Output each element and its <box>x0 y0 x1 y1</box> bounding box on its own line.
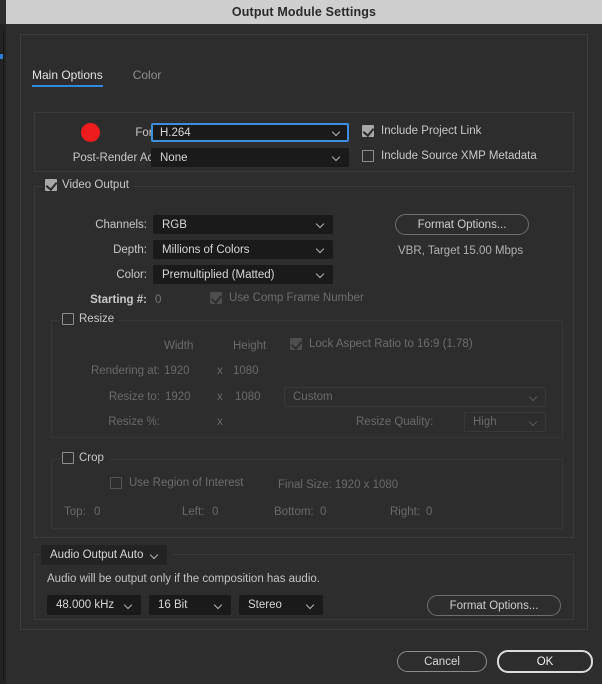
tab-color[interactable]: Color <box>133 68 162 87</box>
use-region-of-interest-checkbox-row: Use Region of Interest <box>110 477 243 489</box>
video-output-group: Video Output Channels: RGB Depth: Millio… <box>34 179 574 538</box>
depth-label: Depth: <box>113 244 147 256</box>
chevron-down-icon <box>530 418 539 427</box>
chevron-down-icon <box>333 153 342 162</box>
include-project-link-label: Include Project Link <box>381 125 482 137</box>
video-format-options-button[interactable]: Format Options... <box>395 214 529 235</box>
video-output-legend[interactable]: Video Output <box>43 179 134 191</box>
checkbox-icon[interactable] <box>362 125 374 137</box>
include-source-xmp-metadata-label: Include Source XMP Metadata <box>381 150 537 162</box>
background-selection-sliver <box>0 54 3 59</box>
audio-channels-select[interactable]: Stereo <box>239 595 323 615</box>
checkbox-icon[interactable] <box>362 150 374 162</box>
dialog-body: Main Options Color Format: H.264 Post-Re… <box>6 24 602 684</box>
checkbox-icon <box>210 292 222 304</box>
depth-select[interactable]: Millions of Colors <box>153 240 333 259</box>
chevron-down-icon <box>317 220 326 229</box>
video-output-label: Video Output <box>62 179 129 191</box>
resize-quality-select: High <box>464 412 546 432</box>
lock-aspect-ratio-checkbox-row: Lock Aspect Ratio to 16:9 (1.78) <box>290 338 473 350</box>
bitrate-info: VBR, Target 15.00 Mbps <box>398 245 524 257</box>
resize-height-header: Height <box>233 340 267 352</box>
crop-top-value[interactable]: 0 <box>94 506 100 518</box>
chevron-down-icon <box>125 601 134 610</box>
chevron-down-icon <box>215 601 224 610</box>
resize-legend[interactable]: Resize <box>60 313 120 325</box>
crop-bottom-label: Bottom: <box>274 506 314 518</box>
checkbox-icon[interactable] <box>45 179 57 191</box>
crop-left-label: Left: <box>182 506 205 518</box>
chevron-down-icon <box>307 601 316 610</box>
tab-main-options[interactable]: Main Options <box>32 68 103 87</box>
dialog-titlebar: Output Module Settings <box>6 0 602 24</box>
format-group: Format: H.264 Post-Render Action: None I… <box>34 112 574 172</box>
crop-group: Crop Use Region of Interest Final Size: … <box>51 452 563 529</box>
rendering-at-label: Rendering at: <box>90 365 160 377</box>
background-gutter-divider <box>3 30 4 680</box>
crop-right-label: Right: <box>390 506 421 518</box>
crop-legend[interactable]: Crop <box>60 452 109 464</box>
color-label: Color: <box>116 269 147 281</box>
include-project-link-checkbox-row[interactable]: Include Project Link <box>362 125 481 137</box>
resize-to-width[interactable]: 1920 <box>165 391 191 403</box>
channels-select[interactable]: RGB <box>153 215 333 234</box>
checkbox-icon[interactable] <box>62 452 74 464</box>
audio-output-legend: Audio Output Auto <box>41 545 173 565</box>
audio-note: Audio will be output only if the composi… <box>47 573 320 585</box>
crop-top-label: Top: <box>64 506 86 518</box>
crop-left-value[interactable]: 0 <box>212 506 218 518</box>
resize-to-x: x <box>217 391 223 403</box>
chevron-down-icon <box>151 551 160 560</box>
audio-output-group: Audio Output Auto Audio will be output o… <box>34 545 574 620</box>
audio-bit-depth-select[interactable]: 16 Bit <box>149 595 231 615</box>
dialog-title: Output Module Settings <box>231 5 377 19</box>
starting-number-value[interactable]: 0 <box>155 294 161 306</box>
checkbox-icon[interactable] <box>62 313 74 325</box>
resize-width-header: Width <box>164 340 194 352</box>
lock-aspect-ratio-label: Lock Aspect Ratio to 16:9 (1.78) <box>309 338 473 350</box>
ok-button[interactable]: OK <box>497 650 593 673</box>
use-region-of-interest-label: Use Region of Interest <box>129 477 244 489</box>
chevron-down-icon <box>317 270 326 279</box>
resize-to-label: Resize to: <box>108 391 160 403</box>
rendering-at-x: x <box>217 365 223 377</box>
resize-label: Resize <box>79 313 115 325</box>
use-comp-frame-number-label: Use Comp Frame Number <box>229 292 364 304</box>
audio-sample-rate-select[interactable]: 48.000 kHz <box>47 595 141 615</box>
rendering-at-height: 1080 <box>233 365 259 377</box>
output-module-settings-dialog: Output Module Settings Main Options Colo… <box>0 0 602 684</box>
starting-number-label: Starting #: <box>90 294 147 306</box>
rendering-at-width: 1920 <box>164 365 190 377</box>
post-render-action-select[interactable]: None <box>151 148 349 167</box>
crop-right-value[interactable]: 0 <box>426 506 432 518</box>
crop-bottom-value[interactable]: 0 <box>320 506 326 518</box>
tab-bar: Main Options Color <box>32 68 161 87</box>
color-select[interactable]: Premultiplied (Matted) <box>153 265 333 284</box>
crop-label: Crop <box>79 452 104 464</box>
audio-format-options-button[interactable]: Format Options... <box>427 595 561 616</box>
final-size-info: Final Size: 1920 x 1080 <box>278 479 399 491</box>
channels-label: Channels: <box>95 219 147 231</box>
checkbox-icon <box>290 338 302 350</box>
resize-to-height[interactable]: 1080 <box>235 391 261 403</box>
chevron-down-icon <box>317 245 326 254</box>
chevron-down-icon <box>530 393 539 402</box>
cancel-button[interactable]: Cancel <box>397 651 487 672</box>
resize-group: Resize Width Height Lock Aspect Ratio to… <box>51 313 563 438</box>
chevron-down-icon <box>333 128 342 137</box>
checkbox-icon <box>110 477 122 489</box>
resize-preset-select: Custom <box>284 387 546 407</box>
resize-percent-x: x <box>217 416 223 428</box>
use-comp-frame-number-checkbox-row: Use Comp Frame Number <box>210 292 364 304</box>
audio-output-select[interactable]: Audio Output Auto <box>41 545 167 565</box>
resize-percent-label: Resize %: <box>108 416 160 428</box>
include-source-xmp-metadata-checkbox-row[interactable]: Include Source XMP Metadata <box>362 150 537 162</box>
format-select[interactable]: H.264 <box>151 123 349 142</box>
resize-quality-label: Resize Quality: <box>356 416 434 428</box>
